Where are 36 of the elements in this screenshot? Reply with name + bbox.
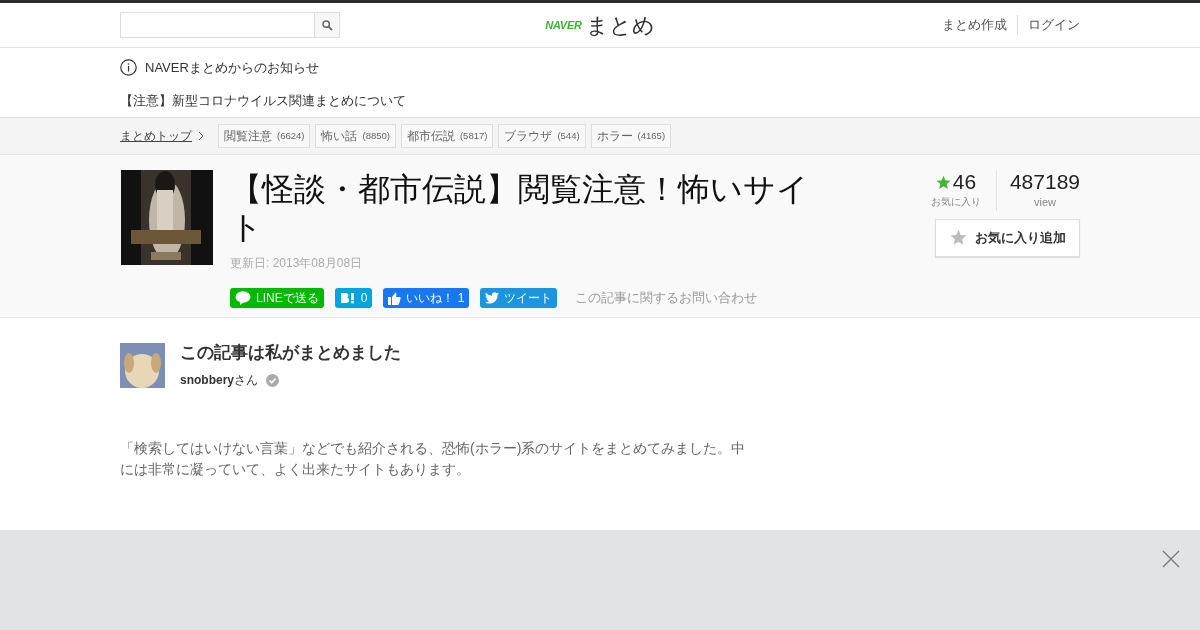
search-button[interactable] [314,13,339,37]
info-icon [120,59,137,77]
thumbs-up-icon [388,291,402,305]
tag-link[interactable]: 怖い話 (8850) [315,124,396,148]
tag-link[interactable]: 都市伝説 (5817) [400,124,494,148]
notice-link[interactable]: 【注意】新型コロナウイルス関連まとめについて [120,91,1080,111]
view-label: view [1033,195,1056,210]
add-favorite-button[interactable]: お気に入り追加 [935,218,1080,257]
close-icon [1162,550,1180,568]
tag-link[interactable]: 閲覧注意 (6624) [218,124,311,148]
share-button[interactable]: ツイート [480,288,558,308]
chevron-right-icon [198,131,204,141]
star-icon [949,229,967,246]
close-button[interactable] [1162,550,1180,568]
chat-bubble-icon [235,291,251,305]
view-count: 487189 [1009,170,1080,194]
notice-title: NAVERまとめからのお知らせ [145,59,319,77]
avatar [120,343,165,388]
author-name[interactable]: snobberyさん [180,371,258,389]
share-button[interactable]: いいね！ 1 [383,288,470,308]
hatena-icon [339,292,356,304]
favorite-count: 46 [952,170,977,194]
bird-icon [485,292,500,304]
header-link[interactable]: ログイン [1017,15,1080,35]
header-link[interactable]: まとめ作成 [932,15,1017,35]
favorite-label: お気に入り [930,195,981,209]
author-heading: この記事は私がまとめました [180,343,401,363]
intro-text: 「検索してはいけない言葉」などでも紹介される、恐怖(ホラー)系のサイトをまとめてみました。中には非常に凝っていて、よく出来たサイトもあります。 [120,439,747,479]
star-icon [935,174,951,190]
updated-date: 更新日: 2013年08月08日 [230,255,364,272]
article-title: 【怪談・都市伝説】閲覧注意！怖いサイト [230,170,810,246]
search-field[interactable] [120,12,340,38]
tag-link[interactable]: ホラー (4165) [590,124,672,148]
breadcrumb-link[interactable]: まとめトップ [120,127,192,145]
search-icon [321,19,333,31]
tag-link[interactable]: ブラウザ (544) [498,124,586,148]
